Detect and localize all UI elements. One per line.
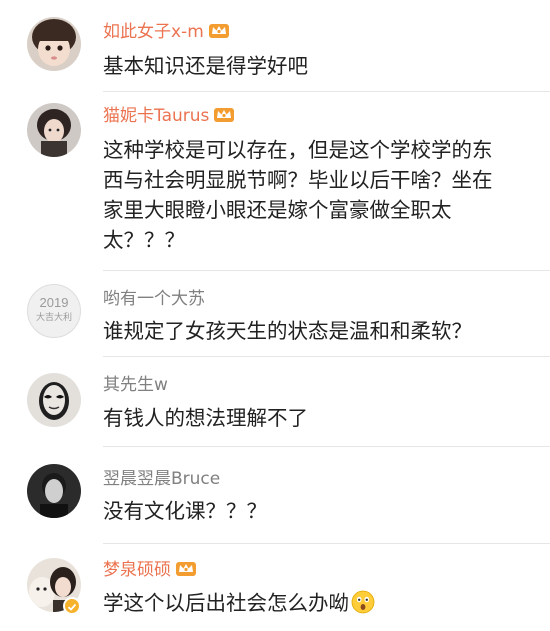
vip-crown-icon xyxy=(208,24,229,38)
username-row: 翌晨翌晨Bruce xyxy=(103,466,220,492)
comment-text-line: 太？？？ xyxy=(103,228,185,252)
username[interactable]: 梦泉硕硕 xyxy=(103,559,171,581)
comment-text: 基本知识还是得学好吧 xyxy=(103,54,308,78)
avatar[interactable] xyxy=(27,103,81,157)
comment-list: 如此女子x-m 基本知识还是得学好吧 猫妮卡Taurus 这种学校是可以存在，但… xyxy=(0,0,550,631)
girl-portrait-icon xyxy=(27,17,81,71)
verified-badge-icon xyxy=(63,597,81,615)
divider xyxy=(103,446,550,447)
comment-text-line: 家里大眼瞪小眼还是嫁个富豪做全职太 xyxy=(103,198,452,222)
avatar-greeting-text: 大吉大利 xyxy=(35,313,72,323)
vip-crown-icon xyxy=(176,562,196,576)
comment-text: 谁规定了女孩天生的状态是温和和柔软？ xyxy=(103,319,472,343)
avatar-year-text: 2019 xyxy=(39,295,69,310)
comment-text-line: 这种学校是可以存在，但是这个学校学的东 xyxy=(103,138,493,162)
comment-text: 有钱人的想法理解不了 xyxy=(103,406,308,430)
surprised-face-icon xyxy=(351,590,375,614)
comment-text-content: 学这个以后出社会怎么办呦 xyxy=(103,591,349,615)
username-row: 梦泉硕硕 xyxy=(103,557,197,583)
username-row: 猫妮卡Taurus xyxy=(103,103,235,129)
mask-portrait-icon xyxy=(27,373,81,427)
avatar[interactable] xyxy=(27,373,81,427)
avatar[interactable] xyxy=(27,17,81,71)
comment-text: 学这个以后出社会怎么办呦 xyxy=(103,588,523,618)
comment-text-line: 西与社会明显脱节啊？毕业以后干啥？坐在 xyxy=(103,168,493,192)
avatar[interactable] xyxy=(27,464,81,518)
portrait-icon xyxy=(27,103,81,157)
vip-crown-icon xyxy=(214,108,235,122)
username[interactable]: 猫妮卡Taurus xyxy=(103,105,209,127)
divider xyxy=(103,356,550,357)
username[interactable]: 其先生w xyxy=(103,374,168,396)
username-row: 如此女子x-m xyxy=(103,19,230,45)
divider xyxy=(103,543,550,544)
username-row: 其先生w xyxy=(103,372,168,398)
username[interactable]: 翌晨翌晨Bruce xyxy=(103,468,220,490)
portrait-icon xyxy=(27,464,81,518)
comment-text: 没有文化课？？？ xyxy=(103,499,267,523)
username[interactable]: 哟有一个大苏 xyxy=(103,288,205,310)
divider xyxy=(103,270,550,271)
comment-text: 这种学校是可以存在，但是这个学校学的东 西与社会明显脱节啊？毕业以后干啥？坐在 … xyxy=(103,135,523,255)
username-row: 哟有一个大苏 xyxy=(103,286,205,312)
username[interactable]: 如此女子x-m xyxy=(103,21,204,43)
avatar[interactable]: 2019 大吉大利 xyxy=(27,284,81,338)
divider xyxy=(103,91,550,92)
